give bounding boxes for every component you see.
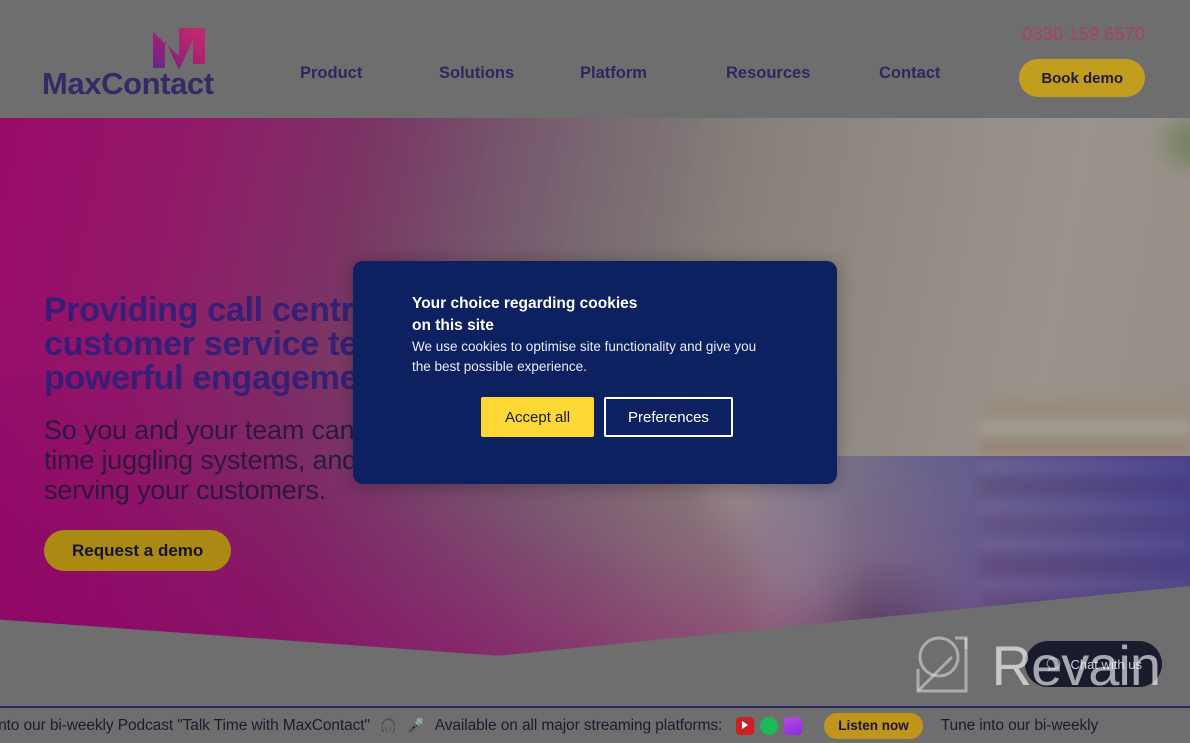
marquee-track: e into our bi-weekly Podcast "Talk Time … — [0, 712, 1099, 739]
marquee-trailing-text: Tune into our bi-weekly — [940, 716, 1099, 734]
microphone-icon: 🎤 — [407, 717, 425, 733]
chat-widget-button[interactable]: Chat with us — [1025, 641, 1162, 687]
logo-wordmark: MaxContact — [42, 66, 214, 101]
chat-bubble-icon — [1047, 657, 1061, 671]
cookie-body-line-1: We use cookies to optimise site function… — [412, 339, 757, 354]
nav-item-resources[interactable]: Resources — [726, 64, 879, 83]
cookie-dialog-body: We use cookies to optimise site function… — [412, 337, 772, 377]
chat-widget-label: Chat with us — [1070, 656, 1142, 672]
cookie-title-line-1: Your choice regarding cookies — [412, 295, 638, 312]
apple-podcasts-icon[interactable] — [784, 716, 803, 735]
request-demo-button[interactable]: Request a demo — [44, 530, 232, 571]
maxcontact-m-logo-icon — [153, 28, 205, 70]
cookie-title-line-2: on this site — [412, 317, 494, 334]
podcast-marquee-banner: e into our bi-weekly Podcast "Talk Time … — [0, 706, 1190, 743]
headphones-icon: 🎧 — [379, 717, 398, 733]
youtube-icon[interactable] — [736, 716, 755, 735]
phone-number-link[interactable]: 0330 159 6570 — [1022, 24, 1145, 45]
platform-icons — [736, 716, 803, 735]
logo[interactable]: MaxContact — [42, 26, 227, 101]
main-nav: Product Solutions Platform Resources Con… — [300, 64, 979, 83]
cookie-consent-dialog: Your choice regarding cookies on this si… — [353, 261, 837, 484]
preferences-button[interactable]: Preferences — [604, 397, 733, 437]
marquee-availability-text: Available on all major streaming platfor… — [434, 716, 723, 734]
cookie-dialog-actions: Accept all Preferences — [481, 397, 733, 437]
cookie-dialog-title: Your choice regarding cookies on this si… — [412, 293, 752, 337]
nav-item-platform[interactable]: Platform — [580, 64, 726, 83]
book-demo-button[interactable]: Book demo — [1019, 59, 1145, 97]
nav-item-product[interactable]: Product — [300, 64, 439, 83]
listen-now-button[interactable]: Listen now — [824, 712, 923, 739]
nav-item-contact[interactable]: Contact — [879, 64, 979, 83]
page-root: Providing call centres and customer serv… — [0, 0, 1190, 743]
nav-item-solutions[interactable]: Solutions — [439, 64, 580, 83]
cookie-body-line-2: the best possible experience. — [412, 359, 587, 374]
marquee-lead-text: e into our bi-weekly Podcast "Talk Time … — [0, 716, 370, 734]
spotify-icon[interactable] — [760, 716, 779, 735]
accept-all-button[interactable]: Accept all — [481, 397, 595, 437]
site-header: MaxContact Product Solutions Platform Re… — [0, 0, 1190, 118]
